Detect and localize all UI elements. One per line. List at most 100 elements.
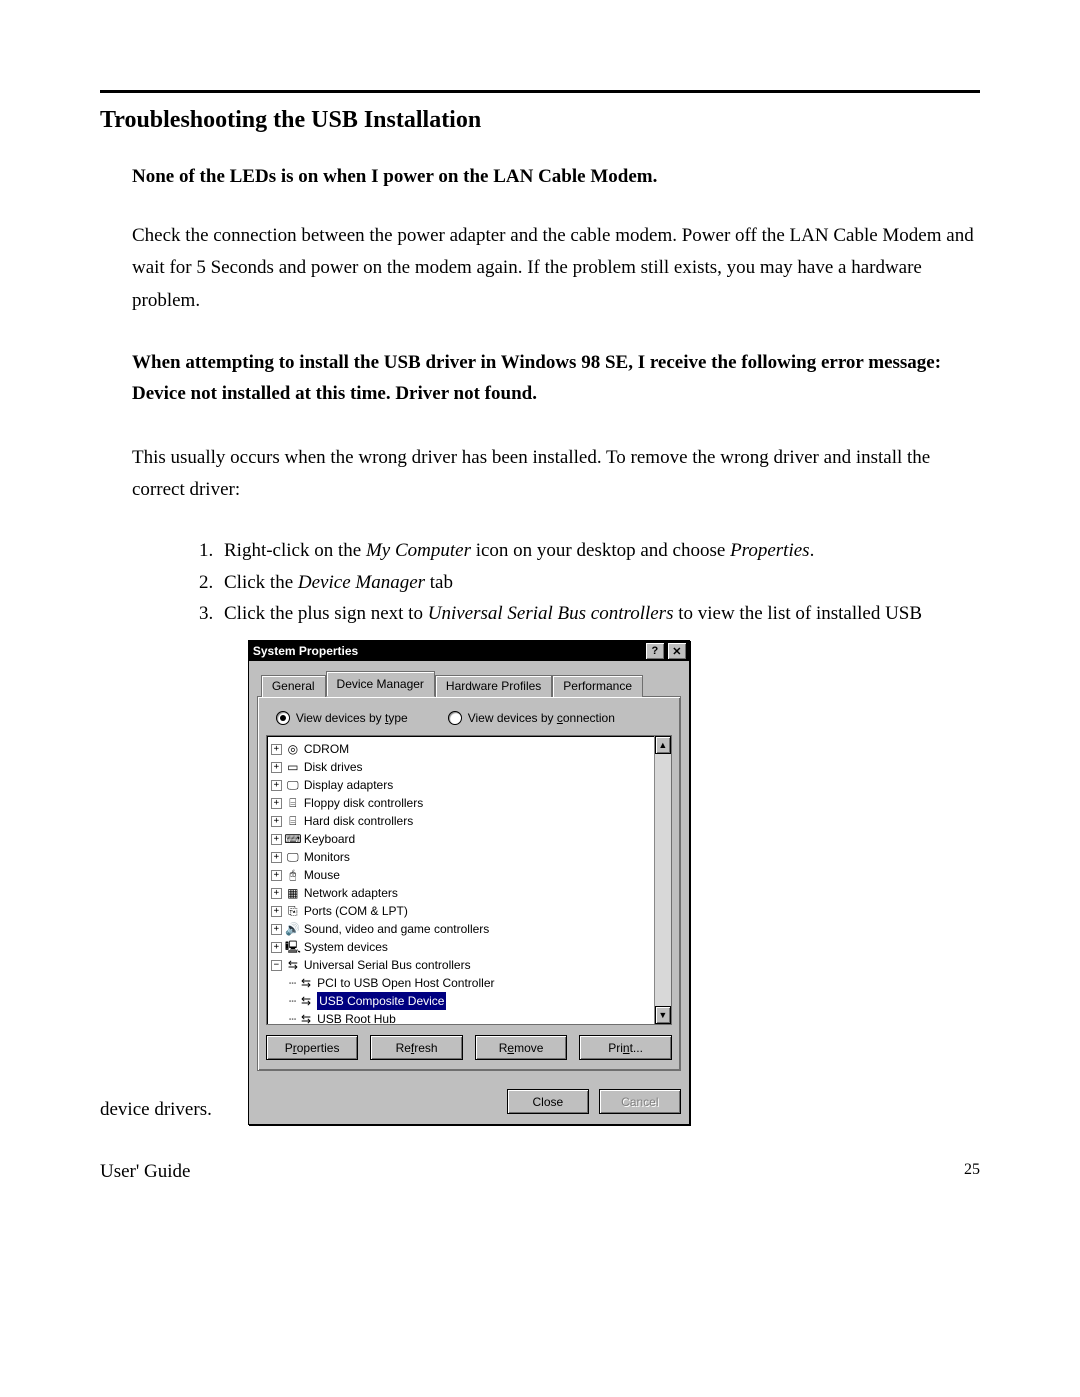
- step-1: Right-click on the My Computer icon on y…: [218, 536, 980, 565]
- expand-toggle-icon[interactable]: +: [271, 762, 282, 773]
- tree-item-label: Mouse: [304, 866, 340, 884]
- usb-composite-icon: ⇆: [299, 994, 313, 1008]
- tree-item-label: Hard disk controllers: [304, 812, 413, 830]
- tab-general[interactable]: General: [261, 675, 326, 697]
- expand-toggle-icon[interactable]: +: [271, 852, 282, 863]
- expand-toggle-icon[interactable]: +: [271, 744, 282, 755]
- tree-item[interactable]: +⌸Hard disk controllers: [271, 812, 667, 830]
- remove-button[interactable]: Remove: [475, 1035, 568, 1060]
- radio-by-connection[interactable]: View devices by connection: [448, 711, 615, 725]
- cd-icon: ◎: [286, 742, 300, 756]
- radio-by-type[interactable]: View devices by type: [276, 711, 408, 725]
- tree-item[interactable]: ⋯⇆PCI to USB Open Host Controller: [271, 974, 667, 992]
- tree-item[interactable]: + ⌸ Floppy disk controllers: [271, 794, 667, 812]
- dialog-title: System Properties: [253, 644, 358, 658]
- tree-item[interactable]: ⋯⇆USB Root Hub: [271, 1010, 667, 1025]
- expand-toggle-icon[interactable]: +: [271, 888, 282, 899]
- expand-toggle-icon[interactable]: +: [271, 834, 282, 845]
- expand-toggle-icon[interactable]: +: [271, 780, 282, 791]
- tab-performance[interactable]: Performance: [552, 675, 643, 697]
- tree-item[interactable]: +🖵Display adapters: [271, 776, 667, 794]
- step-3-text-a: Click the plus sign next to: [224, 603, 428, 624]
- titlebar[interactable]: System Properties ? ✕: [249, 641, 689, 661]
- tree-item[interactable]: + 🖵 Monitors: [271, 848, 667, 866]
- tree-item-label: USB Root Hub: [317, 1010, 396, 1025]
- tree-item-label: Floppy disk controllers: [304, 794, 423, 812]
- mouse-icon: 🖰: [286, 868, 300, 882]
- tree-item[interactable]: + 🖳 System devices: [271, 938, 667, 956]
- step-3: Click the plus sign next to Universal Se…: [218, 599, 980, 628]
- floppy-icon: ⌸: [286, 796, 300, 810]
- tree-item[interactable]: + ▭ Disk drives: [271, 758, 667, 776]
- step-1-text-a: Right-click on the: [224, 540, 366, 561]
- properties-button[interactable]: Properties: [266, 1035, 359, 1060]
- radio-dot-icon: [276, 711, 290, 725]
- steps-list: Right-click on the My Computer icon on y…: [100, 536, 980, 628]
- device-tree[interactable]: +◎CDROM+▭Disk drives+🖵Display adapters+⌸…: [266, 735, 672, 1025]
- tree-connector-icon: ⋯: [289, 974, 295, 992]
- tree-item-label: System devices: [304, 938, 388, 956]
- tree-item[interactable]: + ⎘ Ports (COM & LPT): [271, 902, 667, 920]
- usb-hub-icon: ⇆: [299, 1012, 313, 1025]
- expand-toggle-icon[interactable]: +: [271, 942, 282, 953]
- network-icon: ▦: [286, 886, 300, 900]
- step-2: Click the Device Manager tab: [218, 568, 980, 597]
- scroll-down-button[interactable]: ▼: [655, 1006, 671, 1024]
- expand-toggle-icon[interactable]: +: [271, 816, 282, 827]
- ports-icon: ⎘: [286, 904, 300, 918]
- refresh-button[interactable]: Refresh: [370, 1035, 463, 1060]
- expand-toggle-icon[interactable]: +: [271, 870, 282, 881]
- radio-by-type-label: View devices by type: [296, 711, 408, 725]
- cancel-dialog-button[interactable]: Cancel: [599, 1089, 681, 1114]
- keyboard-icon: ⌨: [286, 832, 300, 846]
- footer-left: User' Guide: [100, 1161, 190, 1183]
- step-3-italic: Universal Serial Bus controllers: [428, 603, 674, 624]
- tree-item-label: Ports (COM & LPT): [304, 902, 408, 920]
- expand-toggle-icon[interactable]: +: [271, 906, 282, 917]
- tab-device-manager[interactable]: Device Manager: [326, 671, 435, 697]
- tree-item-label: Monitors: [304, 848, 350, 866]
- question-2-heading: When attempting to install the USB drive…: [100, 347, 980, 410]
- usb-icon: ⇆: [286, 958, 300, 972]
- print-button[interactable]: Print...: [579, 1035, 672, 1060]
- question-2-body: This usually occurs when the wrong drive…: [100, 442, 980, 507]
- tree-item-label: Disk drives: [304, 758, 363, 776]
- monitor-icon: 🖵: [286, 850, 300, 864]
- tab-hardware-profiles[interactable]: Hardware Profiles: [435, 675, 552, 697]
- step-2-text-b: tab: [425, 572, 453, 593]
- step-1-text-c: .: [810, 540, 815, 561]
- trailing-text: device drivers.: [100, 1099, 212, 1121]
- expand-toggle-icon[interactable]: +: [271, 798, 282, 809]
- device-manager-panel: View devices by type View devices by con…: [257, 696, 681, 1071]
- close-dialog-button[interactable]: Close: [507, 1089, 589, 1114]
- tree-item[interactable]: + ⌨ Keyboard: [271, 830, 667, 848]
- radio-by-connection-label: View devices by connection: [468, 711, 615, 725]
- tree-item[interactable]: + 🖰 Mouse: [271, 866, 667, 884]
- section-heading: Troubleshooting the USB Installation: [100, 107, 980, 134]
- tree-item-label: Network adapters: [304, 884, 398, 902]
- step-2-text-a: Click the: [224, 572, 298, 593]
- question-1-heading: None of the LEDs is on when I power on t…: [100, 166, 980, 188]
- help-button[interactable]: ?: [645, 642, 665, 660]
- page-number: 25: [964, 1161, 980, 1183]
- tree-item[interactable]: + ▦ Network adapters: [271, 884, 667, 902]
- scroll-up-button[interactable]: ▲: [655, 736, 671, 754]
- close-button[interactable]: ✕: [667, 642, 687, 660]
- tree-item[interactable]: +◎CDROM: [271, 740, 667, 758]
- scrollbar[interactable]: ▲ ▼: [654, 736, 671, 1024]
- tree-item-label: Display adapters: [304, 776, 393, 794]
- rule: [100, 90, 980, 93]
- step-1-italic-2: Properties: [730, 540, 810, 561]
- page-footer: User' Guide 25: [100, 1125, 980, 1183]
- tree-item[interactable]: ⋯⇆USB Composite Device: [271, 992, 667, 1010]
- system-icon: 🖳: [286, 940, 300, 954]
- expand-toggle-icon[interactable]: +: [271, 924, 282, 935]
- tree-item-label: Keyboard: [304, 830, 355, 848]
- disk-icon: ▭: [286, 760, 300, 774]
- tree-item-label: Universal Serial Bus controllers: [304, 956, 471, 974]
- tree-item[interactable]: −⇆ Universal Serial Bus controllers: [271, 956, 667, 974]
- system-properties-dialog: System Properties ? ✕ General Device Man…: [248, 640, 690, 1125]
- expand-toggle-icon[interactable]: −: [271, 960, 282, 971]
- tree-item[interactable]: +🔊Sound, video and game controllers: [271, 920, 667, 938]
- radio-dot-icon: [448, 711, 462, 725]
